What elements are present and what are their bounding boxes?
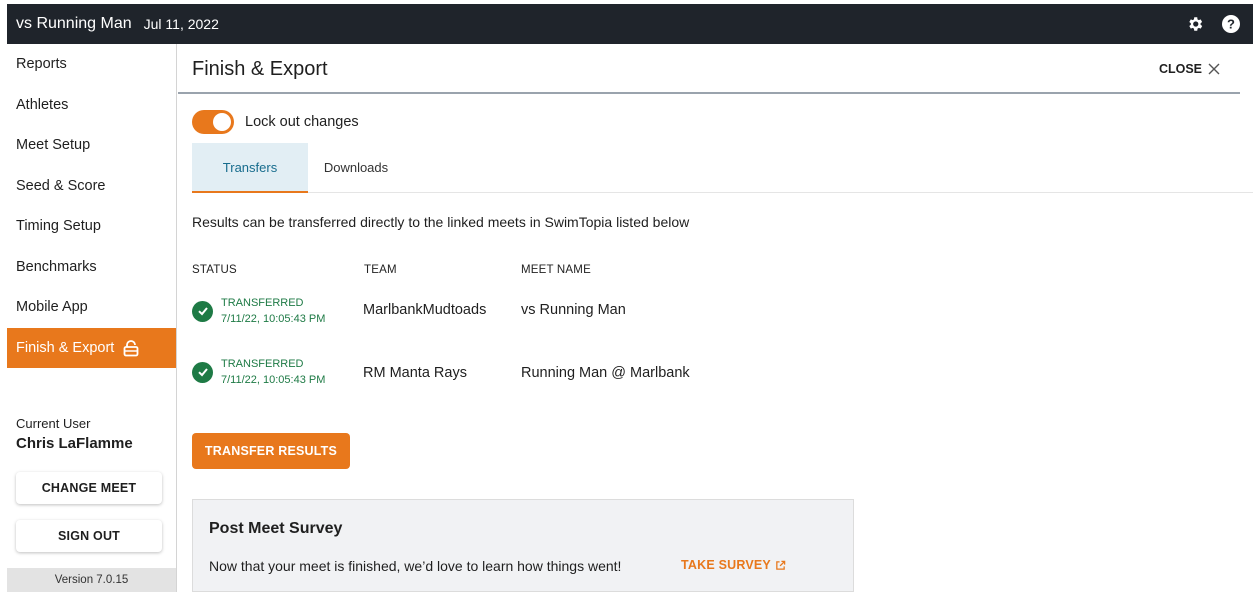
take-survey-label: TAKE SURVEY (681, 558, 771, 572)
sidebar-item-mobile-app[interactable]: Mobile App (7, 287, 176, 328)
sidebar-item-label: Athletes (16, 96, 69, 113)
status-timestamp: 7/11/22, 10:05:43 PM (221, 374, 326, 386)
column-header-meet-name: MEET NAME (521, 264, 591, 276)
main-content: Finish & Export CLOSE Lock out changes T… (178, 44, 1253, 592)
help-question-icon[interactable]: ? (1221, 14, 1241, 34)
column-header-status: STATUS (192, 264, 237, 276)
sidebar-nav: Reports Athletes Meet Setup Seed & Score… (7, 44, 177, 592)
team-cell: RM Manta Rays (363, 365, 467, 381)
sidebar-item-label: Mobile App (16, 299, 88, 316)
sidebar-item-meet-setup[interactable]: Meet Setup (7, 125, 176, 166)
sidebar-item-label: Timing Setup (16, 218, 101, 235)
sidebar-item-label: Meet Setup (16, 137, 91, 154)
sidebar-item-reports[interactable]: Reports (7, 44, 176, 85)
version-label: Version 7.0.15 (7, 568, 176, 592)
close-label: CLOSE (1158, 62, 1202, 76)
sidebar-item-benchmarks[interactable]: Benchmarks (7, 247, 176, 288)
status-timestamp: 7/11/22, 10:05:43 PM (221, 313, 326, 325)
current-user-label: Current User (16, 416, 91, 431)
meet-name-cell: vs Running Man (521, 302, 626, 318)
close-button[interactable]: CLOSE (1159, 62, 1220, 76)
toggle-knob (213, 113, 231, 131)
page-title: Finish & Export (192, 58, 328, 80)
status-label: TRANSFERRED (221, 297, 304, 309)
svg-text:?: ? (1227, 17, 1235, 32)
tab-transfers[interactable]: Transfers (192, 143, 308, 193)
survey-title: Post Meet Survey (209, 520, 343, 537)
settings-gear-icon[interactable] (1185, 14, 1205, 34)
lock-changes-label: Lock out changes (245, 114, 359, 130)
tab-downloads[interactable]: Downloads (308, 143, 404, 192)
take-survey-link[interactable]: TAKE SURVEY (681, 558, 786, 572)
transfers-intro-text: Results can be transferred directly to t… (192, 214, 690, 230)
lock-icon (122, 339, 140, 357)
sidebar-item-seed-score[interactable]: Seed & Score (7, 166, 176, 207)
lock-changes-row: Lock out changes (192, 110, 359, 134)
post-meet-survey-panel: Post Meet Survey Now that your meet is f… (192, 499, 854, 592)
transfer-status: TRANSFERRED 7/11/22, 10:05:43 PM (221, 295, 325, 327)
status-label: TRANSFERRED (221, 358, 304, 370)
top-bar: vs Running Man Jul 11, 2022 ? (7, 4, 1253, 44)
lock-changes-toggle[interactable] (192, 110, 234, 134)
transfer-results-button[interactable]: TRANSFER RESULTS (192, 433, 350, 469)
team-cell: MarlbankMudtoads (363, 302, 487, 318)
page-header: Finish & Export CLOSE (178, 44, 1240, 94)
check-circle-icon (192, 361, 213, 383)
sidebar-item-athletes[interactable]: Athletes (7, 85, 176, 126)
sidebar-item-timing-setup[interactable]: Timing Setup (7, 206, 176, 247)
meet-name-cell: Running Man @ Marlbank (521, 365, 690, 381)
meet-date: Jul 11, 2022 (143, 16, 219, 32)
meet-name: vs Running Man (16, 15, 132, 32)
sidebar-item-label: Benchmarks (16, 258, 97, 275)
survey-text: Now that your meet is finished, we’d lov… (209, 558, 622, 574)
table-row: TRANSFERRED 7/11/22, 10:05:43 PM (192, 295, 325, 327)
current-user-name: Chris LaFlamme (16, 435, 133, 452)
check-circle-icon (192, 300, 213, 322)
close-icon (1208, 63, 1220, 75)
column-header-team: TEAM (364, 264, 397, 276)
sign-out-button[interactable]: SIGN OUT (16, 520, 162, 552)
table-row: TRANSFERRED 7/11/22, 10:05:43 PM (192, 356, 325, 388)
external-link-icon (776, 560, 786, 570)
sidebar-item-label: Reports (16, 56, 67, 73)
transfer-status: TRANSFERRED 7/11/22, 10:05:43 PM (221, 356, 325, 388)
sidebar-item-label: Finish & Export (16, 339, 115, 356)
tab-bar: Transfers Downloads (192, 143, 1253, 193)
change-meet-button[interactable]: CHANGE MEET (16, 472, 162, 504)
sidebar-item-finish-export[interactable]: Finish & Export (7, 327, 176, 368)
sidebar-item-label: Seed & Score (16, 177, 106, 194)
